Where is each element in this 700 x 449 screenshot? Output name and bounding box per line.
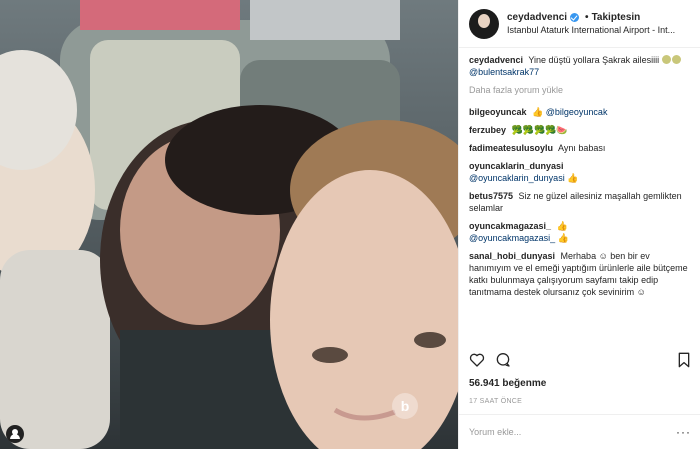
- comment-item: oyuncaklarin_dunyasi @oyuncaklarin_dunya…: [469, 160, 691, 184]
- verified-badge-icon: [570, 12, 580, 22]
- caption-username[interactable]: ceydadvenci: [469, 55, 523, 65]
- caption-text: Yine düştü yollara Şakrak ailesiiii: [528, 55, 660, 65]
- post-photo[interactable]: b: [0, 0, 458, 449]
- bookmark-icon[interactable]: [677, 352, 691, 368]
- instagram-post: b ceydadvenci • Takiptesin Istanbul Atat…: [0, 0, 700, 449]
- more-options-icon[interactable]: ···: [676, 425, 691, 439]
- comment-text: 🥦🥦🥦🥦🍉: [511, 125, 568, 135]
- comment-username[interactable]: betus7575: [469, 191, 513, 201]
- comment-item: sanal_hobi_dunyasi Merhaba ☺ ben bir ev …: [469, 250, 691, 298]
- comment-item: oyuncakmagazasi_ 👍 @oyuncakmagazasi_ 👍: [469, 220, 691, 244]
- action-bar: [469, 350, 691, 374]
- comment-username[interactable]: sanal_hobi_dunyasi: [469, 251, 555, 261]
- comment-icon[interactable]: [495, 352, 511, 368]
- separator-dot: •: [585, 11, 589, 23]
- location-link[interactable]: Istanbul Ataturk International Airport -…: [507, 24, 682, 37]
- emoji-icon: [661, 55, 671, 64]
- follow-status-button[interactable]: Takiptesin: [592, 11, 641, 24]
- caption-mention[interactable]: @bulentsakrak77: [469, 67, 539, 77]
- photo-illustration: [0, 0, 458, 449]
- load-more-comments[interactable]: Daha fazla yorum yükle: [469, 84, 691, 96]
- comment-mention[interactable]: @bilgeoyuncak: [546, 107, 608, 117]
- post-header: ceydadvenci • Takiptesin Istanbul Atatur…: [459, 0, 700, 48]
- header-text: ceydadvenci • Takiptesin Istanbul Atatur…: [507, 11, 682, 37]
- avatar[interactable]: [469, 8, 499, 39]
- likes-count[interactable]: 56.941 beğenme: [469, 378, 546, 389]
- comment-text: Aynı babası: [558, 143, 606, 153]
- comment-username[interactable]: fadimeatesulusoylu: [469, 143, 553, 153]
- heart-icon[interactable]: [469, 352, 485, 368]
- post-side-panel: ceydadvenci • Takiptesin Istanbul Atatur…: [458, 0, 700, 449]
- comment-item: betus7575 Siz ne güzel ailesiniz maşalla…: [469, 190, 691, 214]
- comment-username[interactable]: oyuncaklarin_dunyasi: [469, 161, 564, 171]
- comment-username[interactable]: bilgeoyuncak: [469, 107, 527, 117]
- add-comment-bar: Yorum ekle... ···: [459, 414, 700, 449]
- comment-mention[interactable]: @oyuncakmagazasi_ 👍: [469, 233, 569, 243]
- comment-username[interactable]: ferzubey: [469, 125, 506, 135]
- comments-list: ceydadvenci Yine düştü yollara Şakrak ai…: [459, 48, 700, 348]
- add-comment-input[interactable]: Yorum ekle...: [469, 427, 521, 437]
- emoji-icon: [671, 55, 681, 64]
- comment-text: 👍: [532, 107, 544, 117]
- username-link[interactable]: ceydadvenci: [507, 11, 567, 24]
- comment-item: fadimeatesulusoylu Aynı babası: [469, 142, 691, 154]
- user-tag-icon[interactable]: [6, 425, 24, 443]
- header-line: ceydadvenci • Takiptesin: [507, 11, 682, 24]
- comment-item: ferzubey 🥦🥦🥦🥦🍉: [469, 124, 691, 136]
- caption: ceydadvenci Yine düştü yollara Şakrak ai…: [469, 54, 691, 78]
- watermark-logo: b: [392, 393, 418, 419]
- comment-text: 👍: [556, 221, 568, 231]
- comment-item: bilgeoyuncak 👍 @bilgeoyuncak: [469, 106, 691, 118]
- comment-username[interactable]: oyuncakmagazasi_: [469, 221, 551, 231]
- post-timestamp: 17 SAAT ÖNCE: [469, 398, 523, 405]
- comment-mention[interactable]: @oyuncaklarin_dunyasi 👍: [469, 173, 578, 183]
